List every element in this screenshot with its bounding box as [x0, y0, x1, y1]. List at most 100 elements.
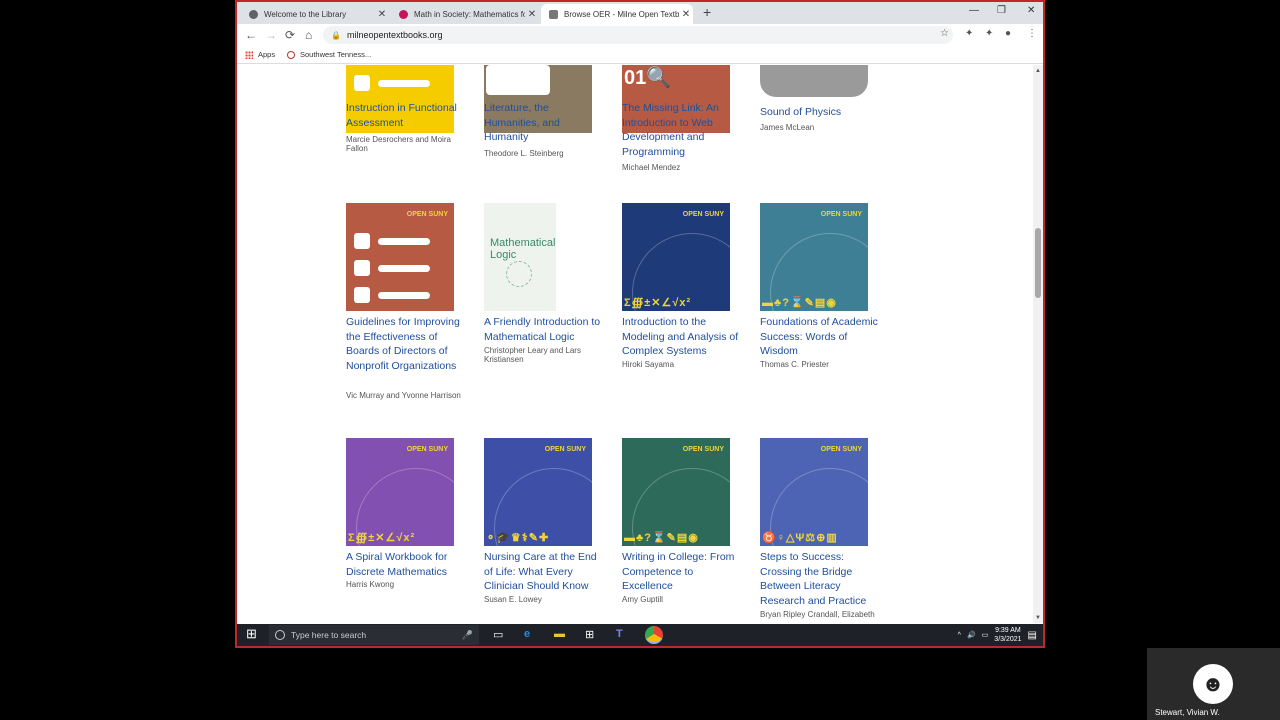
- globe-icon: [249, 9, 258, 19]
- book-title[interactable]: Foundations of Academic Success: Words o…: [760, 315, 878, 359]
- windows-taskbar: ⊞ Type here to search 🎤 ▭ e ▬ ⊞ T ^ 🔊 ▭ …: [237, 624, 1043, 646]
- open-suny-logo: OPEN SUNY: [544, 446, 586, 453]
- chrome-icon[interactable]: [645, 626, 663, 644]
- book-author: Michael Mendez: [622, 163, 681, 172]
- home-icon[interactable]: ⌂: [305, 28, 312, 42]
- book-title[interactable]: Introduction to the Modeling and Analysi…: [622, 315, 740, 359]
- book-title[interactable]: Guidelines for Improving the Effectivene…: [346, 315, 464, 373]
- academic-symbols-icon: ▬♣?⌛✎▤◉: [762, 297, 837, 309]
- open-suny-logo: OPEN SUNY: [820, 446, 862, 453]
- book-author: Marcie Desrochers and Moira Fallon: [346, 135, 451, 153]
- tab-math-in-society[interactable]: Math in Society: Mathematics for ✕: [391, 4, 539, 24]
- notifications-icon[interactable]: ▤: [1028, 630, 1037, 641]
- system-tray: ^ 🔊 ▭ 9:39 AM 3/3/2021 ▤: [958, 626, 1037, 644]
- southwest-logo-icon: [287, 50, 295, 59]
- open-suny-logo: OPEN SUNY: [820, 211, 862, 218]
- book-title[interactable]: The Missing Link: An Introduction to Web…: [622, 101, 740, 159]
- book-author: James McLean: [760, 123, 815, 132]
- clock[interactable]: 9:39 AM 3/3/2021: [994, 626, 1021, 644]
- page-scrollbar[interactable]: ▲ ▼: [1033, 65, 1043, 623]
- open-suny-logo: OPEN SUNY: [406, 446, 448, 453]
- tray-chevron-icon[interactable]: ^: [958, 632, 961, 639]
- reload-icon[interactable]: ⟳: [285, 28, 295, 42]
- book-author: Vic Murray and Yvonne Harrison: [346, 391, 461, 400]
- forward-icon[interactable]: →: [265, 28, 277, 42]
- book-author: Theodore L. Steinberg: [484, 149, 564, 158]
- open-suny-logo: OPEN SUNY: [682, 446, 724, 453]
- open-suny-logo: OPEN SUNY: [406, 211, 448, 218]
- book-author: Susan E. Lowey: [484, 595, 542, 604]
- back-icon[interactable]: ←: [245, 28, 257, 42]
- book-cover[interactable]: OPEN SUNY ▬♣?⌛✎▤◉: [622, 438, 730, 546]
- profile-icon[interactable]: ●: [1005, 28, 1011, 39]
- book-title[interactable]: Nursing Care at the End of Life: What Ev…: [484, 550, 602, 594]
- book-author: Bryan Ripley Crandall, Elizabeth Lewis, …: [760, 610, 875, 620]
- book-title[interactable]: Steps to Success: Crossing the Bridge Be…: [760, 550, 878, 608]
- book-cover[interactable]: OPEN SUNY: [346, 203, 454, 311]
- address-bar[interactable]: 🔒 milneopentextbooks.org: [323, 26, 953, 44]
- bookmark-southwest-tennessee[interactable]: Southwest Tenness...: [287, 50, 371, 59]
- book-author: Thomas C. Priester: [760, 360, 829, 369]
- puzzle-icon[interactable]: ✦: [985, 28, 993, 39]
- edge-icon[interactable]: e: [524, 628, 530, 640]
- lock-icon: 🔒: [331, 30, 341, 40]
- close-window-icon[interactable]: ✕: [1027, 5, 1035, 16]
- file-explorer-icon[interactable]: ▬: [554, 628, 565, 640]
- windows-start-icon[interactable]: ⊞: [246, 626, 257, 642]
- book-author: Harris Kwong: [346, 580, 395, 589]
- book-cover[interactable]: OPEN SUNY Σ∰±✕∠√x²: [346, 438, 454, 546]
- book-cover[interactable]: OPEN SUNY ▬♣?⌛✎▤◉: [760, 203, 868, 311]
- book-cover[interactable]: OPEN SUNY ⚬🎓♛⚕✎✚: [484, 438, 592, 546]
- page-favicon-icon: [549, 9, 558, 19]
- browser-toolbar: ← → ⟳ ⌂ 🔒 milneopentextbooks.org ☆ ✦ ✦ ●…: [237, 24, 1043, 46]
- book-title[interactable]: Instruction in Functional Assessment: [346, 101, 464, 130]
- close-tab-icon[interactable]: ✕: [375, 9, 389, 20]
- book-title[interactable]: A Spiral Workbook for Discrete Mathemati…: [346, 550, 464, 579]
- book-title[interactable]: Writing in College: From Competence to E…: [622, 550, 740, 594]
- taskbar-search-box[interactable]: Type here to search 🎤: [269, 625, 479, 645]
- close-tab-icon[interactable]: ✕: [525, 9, 539, 20]
- volume-icon[interactable]: 🔊: [967, 631, 976, 639]
- writing-symbols-icon: ▬♣?⌛✎▤◉: [624, 532, 699, 544]
- restore-icon[interactable]: ❐: [997, 5, 1006, 16]
- tab-browse-oer[interactable]: Browse OER - Milne Open Textbo ✕: [541, 4, 693, 24]
- book-title[interactable]: A Friendly Introduction to Mathematical …: [484, 315, 602, 344]
- scroll-thumb[interactable]: [1035, 228, 1041, 298]
- book-cover[interactable]: OPEN SUNY ♉♀△Ψ⚖⊕▥: [760, 438, 868, 546]
- nursing-symbols-icon: ⚬🎓♛⚕✎✚: [486, 532, 550, 544]
- network-icon[interactable]: ▭: [982, 631, 989, 639]
- menu-icon[interactable]: ⋮: [1027, 28, 1037, 39]
- new-tab-icon[interactable]: +: [703, 4, 711, 20]
- book-title[interactable]: Literature, the Humanities, and Humanity: [484, 101, 602, 145]
- participant-name: Stewart, Vivian W.: [1155, 708, 1220, 717]
- open-suny-logo: OPEN SUNY: [682, 211, 724, 218]
- tab-strip: Welcome to the Library ✕ Math in Society…: [237, 2, 1043, 24]
- cortana-icon: [275, 630, 285, 640]
- extension-icon[interactable]: ✦: [965, 28, 973, 39]
- literacy-symbols-icon: ♉♀△Ψ⚖⊕▥: [762, 532, 838, 544]
- book-title[interactable]: Sound of Physics: [760, 105, 878, 120]
- book-cover[interactable]: OPEN SUNY Σ∰±✕∠√x²: [622, 203, 730, 311]
- book-author: Christopher Leary and Lars Kristiansen: [484, 346, 581, 364]
- task-view-icon[interactable]: ▭: [493, 628, 503, 641]
- magnifier-icon: 01🔍: [624, 67, 672, 89]
- url-text: milneopentextbooks.org: [346, 30, 443, 40]
- minimize-icon[interactable]: —: [969, 5, 979, 16]
- cover-title: Mathematical Logic: [490, 237, 556, 261]
- bookmark-apps[interactable]: Apps: [245, 50, 275, 59]
- teams-icon[interactable]: T: [616, 628, 623, 640]
- scroll-down-icon[interactable]: ▼: [1035, 615, 1041, 621]
- participant-video-tile: ☻ Stewart, Vivian W.: [1147, 648, 1280, 720]
- tab-welcome-library[interactable]: Welcome to the Library ✕: [241, 4, 389, 24]
- book-author: Hiroki Sayama: [622, 360, 675, 369]
- mic-icon[interactable]: 🎤: [462, 630, 473, 641]
- store-icon[interactable]: ⊞: [585, 628, 594, 641]
- book-cover[interactable]: Mathematical Logic: [484, 203, 556, 311]
- close-tab-icon[interactable]: ✕: [679, 9, 693, 20]
- book-author: Amy Guptill: [622, 595, 663, 604]
- scroll-up-icon[interactable]: ▲: [1035, 68, 1041, 74]
- bookmarks-bar: Apps Southwest Tenness...: [237, 46, 1043, 64]
- book-cover[interactable]: [760, 65, 868, 97]
- math-symbols-icon: Σ∰±✕∠√x²: [624, 297, 692, 309]
- star-icon[interactable]: ☆: [940, 28, 949, 39]
